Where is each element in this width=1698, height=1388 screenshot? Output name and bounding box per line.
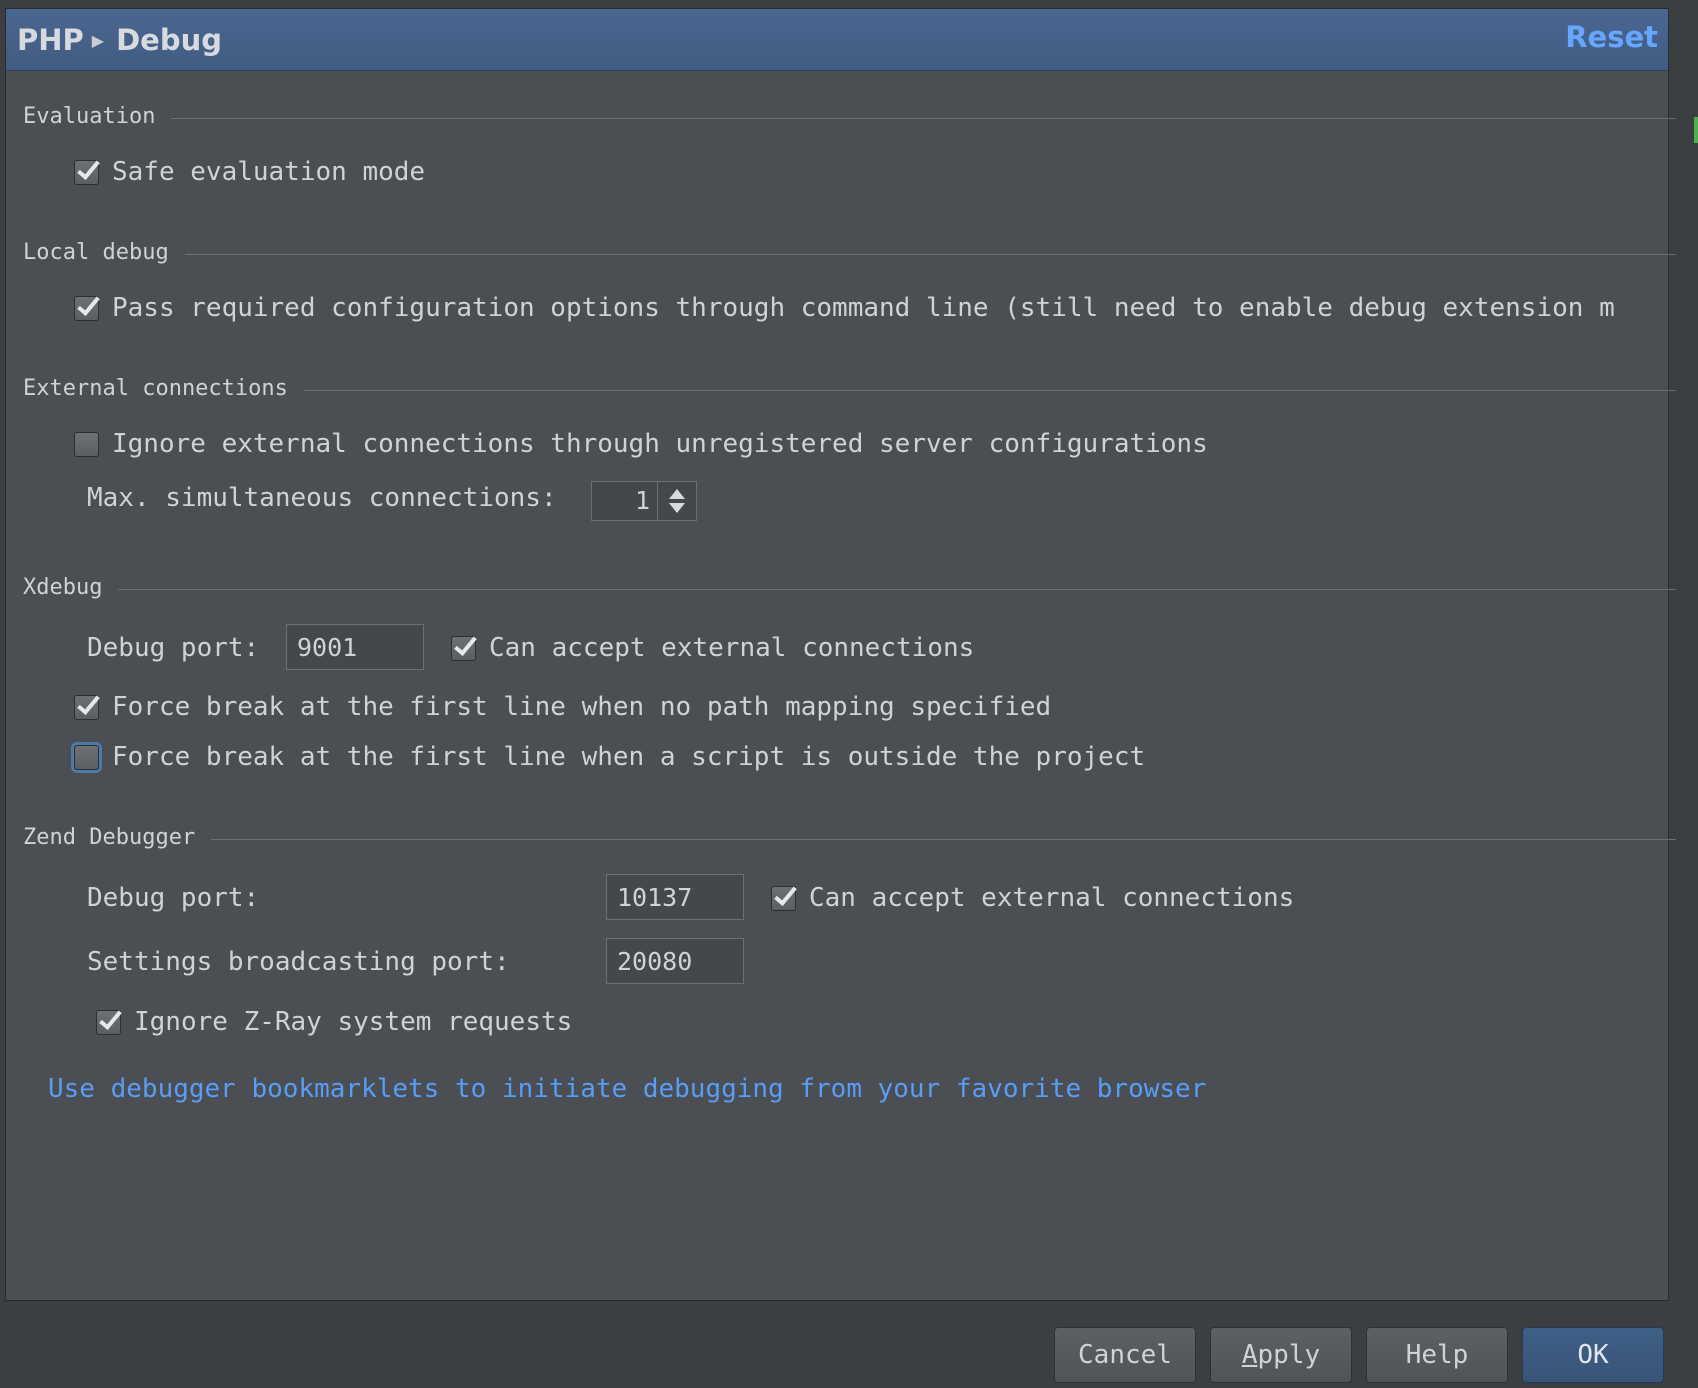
broadcast-port-row: Settings broadcasting port:	[87, 947, 510, 977]
ignore-external-label: Ignore external connections through unre…	[112, 429, 1208, 459]
safe-evaluation-checkbox[interactable]	[74, 159, 99, 185]
breadcrumb-php: PHP	[17, 23, 84, 57]
section-title-local-debug: Local debug	[23, 240, 185, 265]
breadcrumb-arrow-icon: ▶	[91, 30, 105, 50]
pass-options-checkbox[interactable]	[74, 295, 99, 321]
spinner-down-icon[interactable]	[669, 503, 685, 513]
broadcast-port-input[interactable]: 20080	[606, 938, 744, 984]
scrollbar-marker	[1694, 117, 1698, 143]
xdebug-port-label: Debug port:	[87, 633, 260, 663]
cancel-button[interactable]: Cancel	[1054, 1327, 1196, 1383]
reset-link[interactable]: Reset	[1565, 20, 1658, 54]
apply-button[interactable]: Apply	[1210, 1327, 1352, 1383]
ignore-external-checkbox[interactable]	[74, 431, 99, 457]
ignore-zray-checkbox[interactable]	[96, 1009, 121, 1035]
apply-mnemonic: A	[1241, 1340, 1258, 1370]
section-title-xdebug: Xdebug	[23, 575, 119, 600]
section-title-zend: Zend Debugger	[23, 825, 212, 850]
zend-accept-label: Can accept external connections	[809, 883, 1295, 913]
ignore-zray-label: Ignore Z-Ray system requests	[134, 1007, 573, 1037]
force-break-mapping-label: Force break at the first line when no pa…	[112, 692, 1052, 722]
zend-port-input[interactable]: 10137	[606, 874, 744, 920]
xdebug-accept-label: Can accept external connections	[489, 633, 975, 663]
bookmarklets-link[interactable]: Use debugger bookmarklets to initiate de…	[48, 1074, 1206, 1104]
section-title-evaluation: Evaluation	[23, 104, 172, 129]
zend-port-label: Debug port:	[87, 883, 260, 913]
zend-accept-row: Can accept external connections	[771, 883, 1294, 913]
help-button[interactable]: Help	[1366, 1327, 1508, 1383]
panel-header: PHP ▶ Debug Reset	[6, 9, 1668, 71]
safe-evaluation-label: Safe evaluation mode	[112, 157, 426, 187]
section-divider	[23, 254, 1676, 255]
max-connections-value[interactable]: 1	[592, 482, 657, 520]
xdebug-accept-checkbox[interactable]	[451, 635, 476, 661]
broadcast-port-label: Settings broadcasting port:	[87, 947, 510, 977]
ok-button[interactable]: OK	[1522, 1327, 1664, 1383]
force-break-outside-label: Force break at the first line when a scr…	[112, 742, 1146, 772]
breadcrumb-debug: Debug	[116, 23, 222, 57]
section-xdebug: Xdebug	[23, 573, 1676, 603]
force-break-outside-checkbox[interactable]	[74, 744, 99, 770]
section-divider	[23, 118, 1676, 119]
max-connections-label: Max. simultaneous connections:	[87, 483, 557, 513]
safe-evaluation-row: Safe evaluation mode	[74, 157, 425, 187]
apply-label: pply	[1257, 1340, 1321, 1370]
pass-options-row: Pass required configuration options thro…	[74, 293, 1646, 323]
pass-options-label: Pass required configuration options thro…	[112, 293, 1615, 323]
section-external-connections: External connections	[23, 374, 1676, 404]
section-local-debug: Local debug	[23, 238, 1676, 268]
breadcrumb: PHP ▶ Debug	[17, 23, 222, 57]
section-zend-debugger: Zend Debugger	[23, 823, 1676, 853]
section-title-external: External connections	[23, 376, 304, 401]
section-divider	[23, 839, 1676, 840]
xdebug-port-input[interactable]: 9001	[286, 624, 424, 670]
max-connections-spinner[interactable]: 1	[591, 481, 697, 521]
max-connections-row: Max. simultaneous connections:	[87, 483, 557, 513]
section-evaluation: Evaluation	[23, 102, 1676, 132]
ignore-external-row: Ignore external connections through unre…	[74, 429, 1208, 459]
xdebug-accept-row: Can accept external connections	[451, 633, 974, 663]
zend-port-row: Debug port:	[87, 883, 259, 913]
xdebug-port-row: Debug port:	[87, 633, 259, 663]
zend-accept-checkbox[interactable]	[771, 885, 796, 911]
section-divider	[23, 589, 1676, 590]
ignore-zray-row: Ignore Z-Ray system requests	[96, 1007, 572, 1037]
force-break-mapping-checkbox[interactable]	[74, 694, 99, 720]
force-break-outside-row: Force break at the first line when a scr…	[74, 742, 1145, 772]
spinner-up-icon[interactable]	[669, 489, 685, 499]
spinner-arrows[interactable]	[657, 482, 696, 520]
force-break-mapping-row: Force break at the first line when no pa…	[74, 692, 1051, 722]
